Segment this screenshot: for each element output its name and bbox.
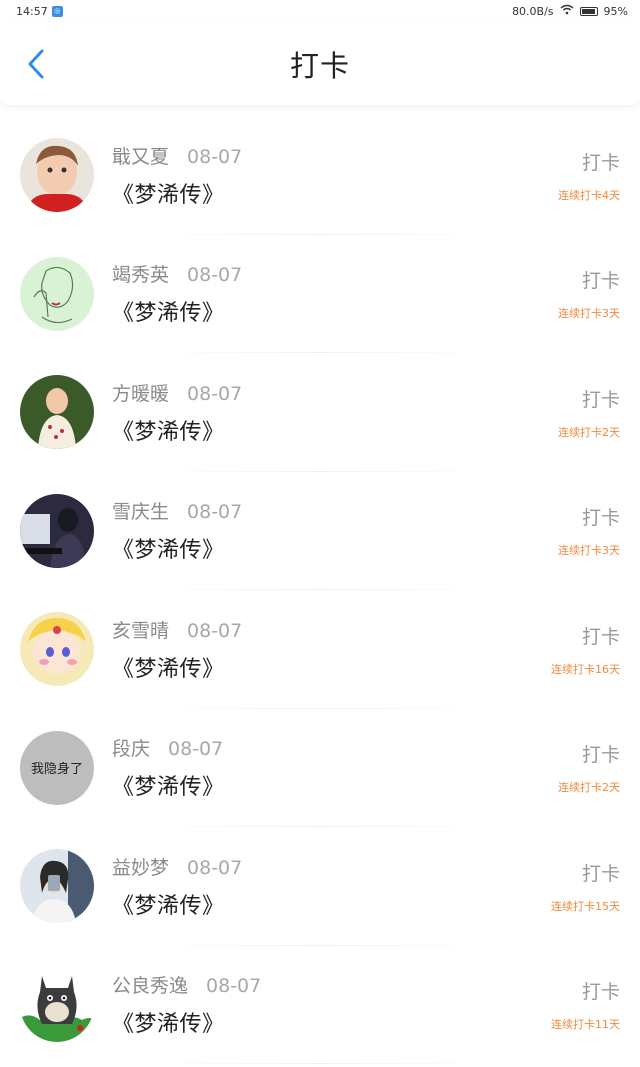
streak-label: 连续打卡16天 [551, 662, 620, 676]
user-name[interactable]: 竭秀英 [112, 260, 169, 287]
checkin-button[interactable]: 打卡 [582, 266, 620, 293]
avatar[interactable] [20, 138, 94, 213]
user-name[interactable]: 方暖暖 [112, 379, 169, 406]
user-name[interactable]: 段庆 [112, 734, 150, 761]
checkin-row[interactable]: 方暖暖 08-07 《梦浠传》 打卡 连续打卡2天 [0, 353, 640, 472]
streak-label: 连续打卡15天 [551, 899, 620, 913]
checkin-button[interactable]: 打卡 [582, 622, 620, 649]
book-title[interactable]: 《梦浠传》 [112, 414, 558, 446]
checkin-button[interactable]: 打卡 [582, 148, 620, 175]
streak-label: 连续打卡3天 [558, 307, 620, 321]
app-header: 打卡 [0, 22, 640, 105]
streak-label: 连续打卡2天 [558, 425, 620, 439]
checkin-info: 亥雪晴 08-07 《梦浠传》 [112, 616, 551, 683]
checkin-meta: 竭秀英 08-07 [112, 260, 558, 287]
user-name[interactable]: 益妙梦 [112, 853, 169, 880]
checkin-meta: 公良秀逸 08-07 [112, 971, 551, 998]
book-title[interactable]: 《梦浠传》 [112, 769, 558, 801]
checkin-meta: 方暖暖 08-07 [112, 379, 558, 406]
checkin-actions: 打卡 连续打卡11天 [551, 977, 620, 1032]
chevron-left-icon [28, 49, 44, 78]
checkin-date: 08-07 [168, 738, 224, 761]
streak-label: 连续打卡4天 [558, 188, 620, 202]
streak-label: 连续打卡3天 [558, 544, 620, 558]
battery-level: 95% [603, 4, 628, 18]
checkin-date: 08-07 [187, 856, 243, 879]
checkin-date: 08-07 [187, 264, 243, 287]
checkin-button[interactable]: 打卡 [582, 859, 620, 886]
book-title[interactable]: 《梦浠传》 [112, 888, 551, 920]
checkin-info: 公良秀逸 08-07 《梦浠传》 [112, 971, 551, 1038]
checkin-row[interactable]: 雪庆生 08-07 《梦浠传》 打卡 连续打卡3天 [0, 472, 640, 591]
checkin-row[interactable]: 竭秀英 08-07 《梦浠传》 打卡 连续打卡3天 [0, 235, 640, 354]
checkin-info: 段庆 08-07 《梦浠传》 [112, 734, 558, 801]
avatar[interactable]: 我隐身了 [20, 730, 94, 805]
status-time: 14:57 [16, 4, 48, 18]
checkin-actions: 打卡 连续打卡15天 [551, 859, 620, 914]
battery-icon [579, 6, 598, 16]
checkin-button[interactable]: 打卡 [582, 385, 620, 412]
checkin-row[interactable]: 我隐身了 段庆 08-07 《梦浠传》 打卡 连续打卡2天 [0, 709, 640, 828]
checkin-date: 08-07 [187, 501, 243, 524]
avatar[interactable] [20, 375, 94, 450]
network-speed: 80.0B/s [512, 4, 554, 18]
book-title[interactable]: 《梦浠传》 [112, 295, 558, 327]
back-button[interactable] [22, 44, 50, 84]
checkin-meta: 段庆 08-07 [112, 734, 558, 761]
book-title[interactable]: 《梦浠传》 [112, 177, 558, 209]
user-name[interactable]: 公良秀逸 [112, 971, 188, 998]
checkin-date: 08-07 [187, 145, 243, 168]
checkin-info: 方暖暖 08-07 《梦浠传》 [112, 379, 558, 446]
wifi-icon [560, 4, 574, 18]
streak-label: 连续打卡2天 [558, 781, 620, 795]
status-right: 80.0B/s 95% [512, 4, 628, 18]
checkin-row[interactable]: 亥雪晴 08-07 《梦浠传》 打卡 连续打卡16天 [0, 590, 640, 709]
status-left: 14:57 ◎ [16, 5, 63, 18]
checkin-row[interactable]: 益妙梦 08-07 《梦浠传》 打卡 连续打卡15天 [0, 827, 640, 946]
checkin-actions: 打卡 连续打卡3天 [558, 266, 620, 321]
user-name[interactable]: 戢又夏 [112, 142, 169, 169]
streak-label: 连续打卡11天 [551, 1018, 620, 1032]
user-name[interactable]: 亥雪晴 [112, 616, 169, 643]
avatar[interactable] [20, 849, 94, 924]
app-notification-icon: ◎ [51, 5, 63, 17]
avatar[interactable] [20, 493, 94, 568]
page-title: 打卡 [289, 48, 350, 83]
checkin-button[interactable]: 打卡 [582, 503, 620, 530]
avatar-text: 我隐身了 [31, 761, 83, 777]
checkin-info: 雪庆生 08-07 《梦浠传》 [112, 497, 558, 564]
checkin-date: 08-07 [187, 382, 243, 405]
checkin-actions: 打卡 连续打卡3天 [558, 503, 620, 558]
checkin-meta: 益妙梦 08-07 [112, 853, 551, 880]
checkin-date: 08-07 [187, 619, 243, 642]
status-bar: 14:57 ◎ 80.0B/s 95% [0, 0, 640, 22]
checkin-button[interactable]: 打卡 [582, 977, 620, 1004]
checkin-meta: 戢又夏 08-07 [112, 142, 558, 169]
user-name[interactable]: 雪庆生 [112, 497, 169, 524]
checkin-date: 08-07 [206, 975, 262, 998]
checkin-list: 戢又夏 08-07 《梦浠传》 打卡 连续打卡4天 竭秀英 08-07 《梦浠传… [0, 105, 640, 1064]
book-title[interactable]: 《梦浠传》 [112, 651, 551, 683]
checkin-row[interactable]: 戢又夏 08-07 《梦浠传》 打卡 连续打卡4天 [0, 116, 640, 235]
checkin-actions: 打卡 连续打卡16天 [551, 622, 620, 677]
book-title[interactable]: 《梦浠传》 [112, 1006, 551, 1038]
avatar[interactable] [20, 967, 94, 1042]
avatar[interactable] [20, 612, 94, 687]
checkin-button[interactable]: 打卡 [582, 740, 620, 767]
checkin-actions: 打卡 连续打卡2天 [558, 385, 620, 440]
checkin-meta: 亥雪晴 08-07 [112, 616, 551, 643]
checkin-info: 戢又夏 08-07 《梦浠传》 [112, 142, 558, 209]
checkin-info: 益妙梦 08-07 《梦浠传》 [112, 853, 551, 920]
checkin-actions: 打卡 连续打卡4天 [558, 148, 620, 203]
checkin-meta: 雪庆生 08-07 [112, 497, 558, 524]
book-title[interactable]: 《梦浠传》 [112, 532, 558, 564]
avatar[interactable] [20, 256, 94, 331]
checkin-actions: 打卡 连续打卡2天 [558, 740, 620, 795]
checkin-info: 竭秀英 08-07 《梦浠传》 [112, 260, 558, 327]
checkin-row[interactable]: 公良秀逸 08-07 《梦浠传》 打卡 连续打卡11天 [0, 946, 640, 1065]
